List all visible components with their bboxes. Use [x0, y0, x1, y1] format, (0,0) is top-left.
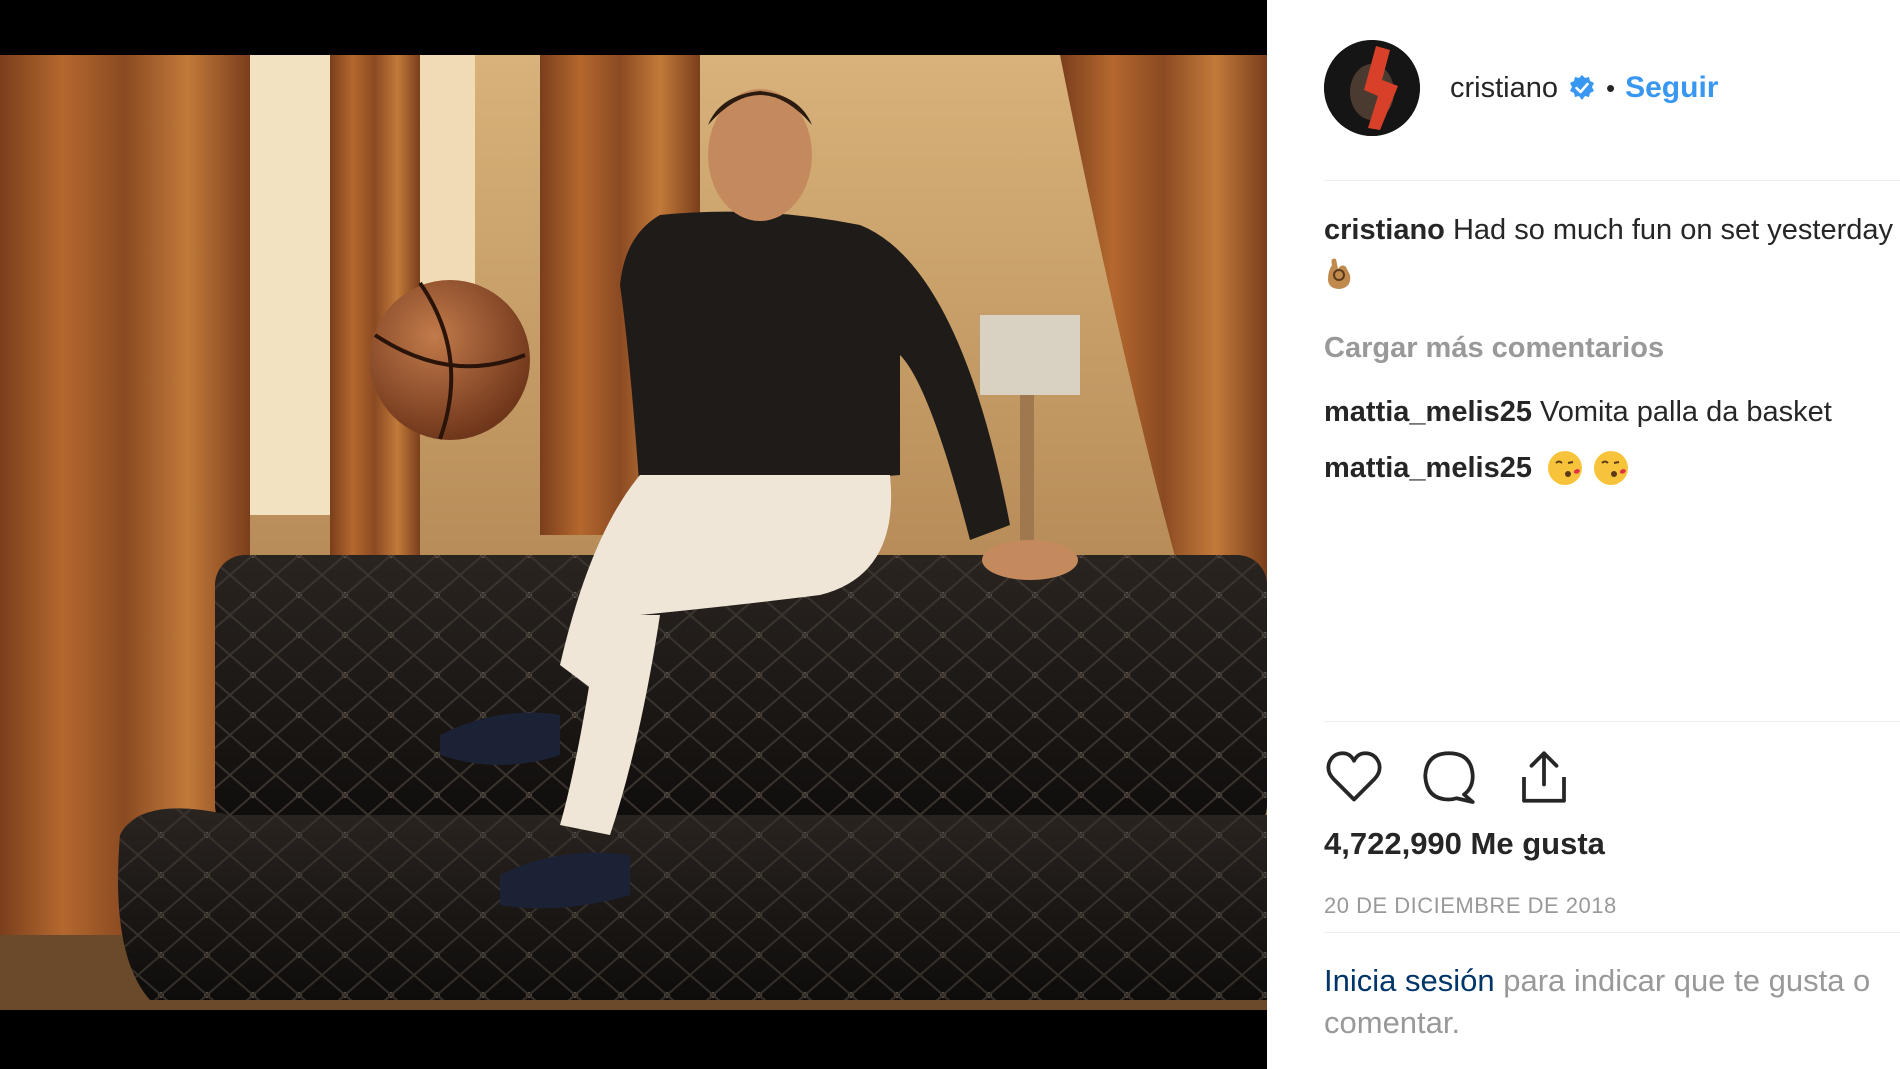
header-separator: •	[1606, 72, 1616, 103]
likes-count[interactable]: 4,722,990 Me gusta	[1324, 826, 1605, 862]
caption-emoji-line	[1324, 250, 1900, 294]
comment-bubble-icon[interactable]	[1419, 747, 1479, 807]
post-date[interactable]: 20 DE DICIEMBRE DE 2018	[1324, 893, 1617, 919]
follow-button[interactable]: Seguir	[1625, 71, 1718, 105]
actions-divider	[1324, 721, 1900, 722]
comment-item: mattia_melis25	[1324, 448, 1900, 488]
login-prompt: Inicia sesión para indicar que te gusta …	[1324, 960, 1900, 1044]
caption-username[interactable]: cristiano	[1324, 214, 1445, 246]
comment-item: mattia_melis25 Vomita palla da basket	[1324, 392, 1900, 432]
post-actions-bar	[1324, 747, 1609, 807]
avatar-image	[1324, 40, 1420, 136]
kiss-face-emoji	[1547, 451, 1582, 485]
ok-hand-emoji	[1328, 258, 1351, 289]
comment-username[interactable]: mattia_melis25	[1324, 396, 1532, 428]
footer-divider	[1324, 932, 1900, 933]
comments-section: cristiano Had so much fun on set yesterd…	[1324, 210, 1900, 488]
post-media-panel	[0, 0, 1267, 1069]
caption: cristiano Had so much fun on set yesterd…	[1324, 210, 1900, 250]
post-header: cristiano • Seguir	[1324, 40, 1900, 136]
post-side-panel: cristiano • Seguir cristiano Had so much…	[1267, 0, 1900, 1069]
verified-badge-icon	[1570, 75, 1594, 100]
caption-text: Had so much fun on set yesterday	[1452, 214, 1894, 246]
login-link[interactable]: Inicia sesión	[1324, 963, 1495, 998]
instagram-post-view: cristiano • Seguir cristiano Had so much…	[0, 0, 1900, 1069]
post-author-username[interactable]: cristiano	[1450, 72, 1558, 105]
share-icon[interactable]	[1514, 747, 1574, 807]
profile-avatar[interactable]	[1324, 40, 1420, 136]
load-more-comments-button[interactable]: Cargar más comentarios	[1324, 328, 1900, 368]
kiss-face-emoji	[1593, 451, 1628, 485]
post-photo-illustration	[0, 55, 1267, 1010]
header-divider	[1324, 180, 1900, 181]
comment-text: Vomita palla da basket	[1540, 396, 1832, 428]
heart-icon[interactable]	[1324, 747, 1384, 807]
post-photo[interactable]	[0, 55, 1267, 1010]
comment-username[interactable]: mattia_melis25	[1324, 448, 1532, 488]
